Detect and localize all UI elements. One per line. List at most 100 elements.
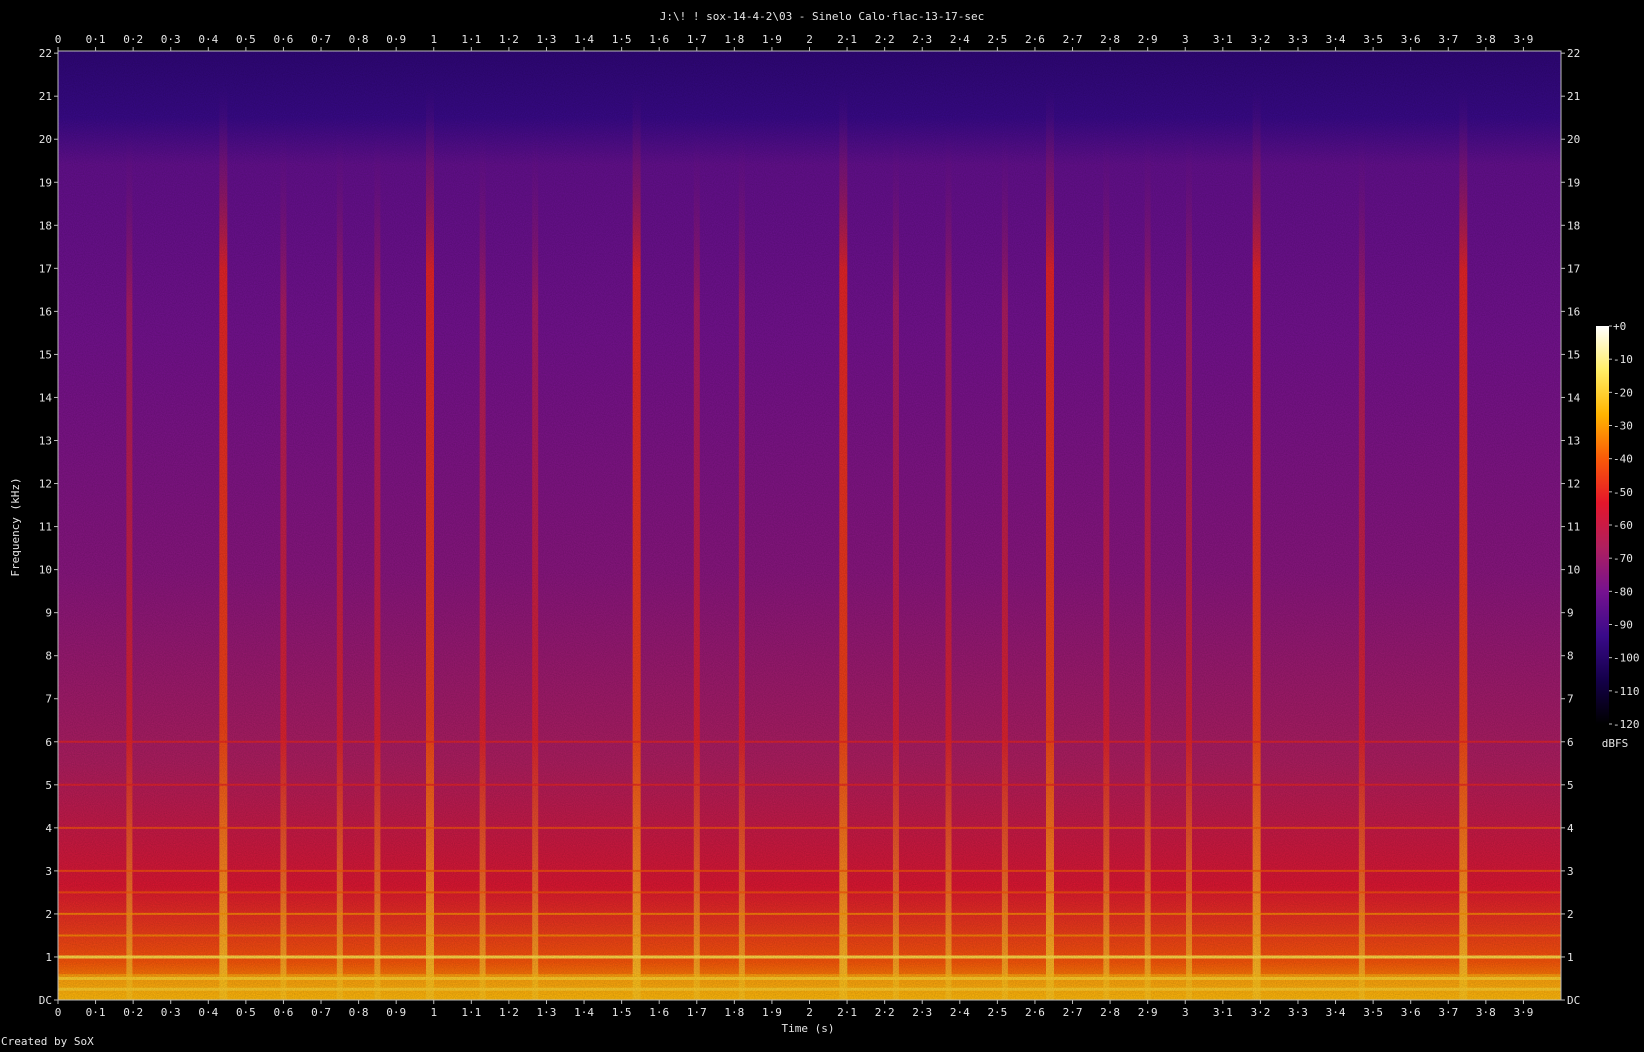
y-tick-label-right: 9 [1567,607,1574,620]
x-tick-label-top: 2·9 [1138,33,1158,46]
y-tick-label-right: 8 [1567,650,1574,663]
x-tick-label-bottom: 3·5 [1363,1006,1383,1019]
colorbar-tick-label: -60 [1613,519,1633,532]
x-axis-label: Time (s) [782,1022,835,1035]
y-tick-label-right: 12 [1567,478,1580,491]
x-tick-label-bottom: 2·2 [875,1006,895,1019]
x-tick-label-top: 3·9 [1513,33,1533,46]
x-tick-label-bottom: 0·4 [198,1006,218,1019]
y-tick-label-left: 7 [45,693,52,706]
x-tick-label-bottom: 3·8 [1476,1006,1496,1019]
x-tick-label-bottom: 0·1 [86,1006,106,1019]
y-tick-label-left: 10 [39,564,52,577]
x-tick-label-bottom: 2·5 [987,1006,1007,1019]
y-tick-label-left: 1 [45,951,52,964]
y-tick-label-right: 14 [1567,391,1581,404]
x-tick-label-top: 3·7 [1438,33,1458,46]
x-tick-label-top: 0·9 [386,33,406,46]
x-tick-label-top: 2·3 [912,33,932,46]
x-tick-label-top: 1·2 [499,33,519,46]
x-tick-label-top: 0·1 [86,33,106,46]
x-tick-label-bottom: 1·1 [461,1006,481,1019]
x-tick-label-top: 0·8 [349,33,369,46]
x-tick-label-bottom: 1·3 [537,1006,557,1019]
x-tick-label-top: 2·2 [875,33,895,46]
x-tick-label-top: 2 [806,33,813,46]
x-tick-label-top: 2·6 [1025,33,1045,46]
x-tick-label-top: 3 [1182,33,1189,46]
y-tick-label-left: 20 [39,133,52,146]
x-tick-label-bottom: 3 [1182,1006,1189,1019]
x-tick-label-bottom: 3·4 [1326,1006,1346,1019]
y-tick-label-left: DC [39,994,52,1007]
y-tick-label-right: 21 [1567,90,1580,103]
x-tick-label-top: 1·1 [461,33,481,46]
y-tick-label-left: 2 [45,908,52,921]
y-tick-label-right: 16 [1567,305,1580,318]
x-tick-label-bottom: 1·2 [499,1006,519,1019]
y-tick-label-right: 20 [1567,133,1580,146]
y-tick-label-left: 5 [45,779,52,792]
x-tick-label-top: 3·6 [1401,33,1421,46]
spectrogram-svg: J:\! ! sox-14-4-2\03 - Sinelo Calo·flac-… [1,10,1640,1048]
x-tick-label-top: 0·6 [274,33,294,46]
y-tick-label-left: 11 [39,521,52,534]
x-tick-label-top: 0·4 [198,33,218,46]
y-tick-label-right: 17 [1567,262,1580,275]
x-tick-label-top: 2·7 [1063,33,1083,46]
y-tick-label-right: 22 [1567,47,1580,60]
x-tick-label-bottom: 0·6 [274,1006,294,1019]
y-tick-label-right: 10 [1567,564,1580,577]
colorbar-gradient [1596,326,1609,724]
x-tick-label-bottom: 1·5 [612,1006,632,1019]
y-tick-label-right: 15 [1567,348,1580,361]
colorbar-tick-label: -100 [1613,652,1640,665]
x-tick-label-bottom: 3·6 [1401,1006,1421,1019]
y-tick-label-left: 13 [39,434,52,447]
x-tick-label-bottom: 3·9 [1513,1006,1533,1019]
colorbar-tick-label: -20 [1613,386,1633,399]
x-tick-label-bottom: 3·2 [1250,1006,1270,1019]
x-tick-label-bottom: 2·6 [1025,1006,1045,1019]
x-tick-label-bottom: 1·8 [724,1006,744,1019]
colorbar-tick-label: -80 [1613,585,1633,598]
x-tick-label-bottom: 1·9 [762,1006,782,1019]
y-tick-label-left: 17 [39,262,52,275]
y-tick-label-right: 18 [1567,219,1580,232]
y-tick-label-left: 16 [39,305,52,318]
x-tick-label-bottom: 2·3 [912,1006,932,1019]
colorbar-tick-label: -70 [1613,552,1633,565]
x-tick-label-top: 3·2 [1250,33,1270,46]
x-tick-label-top: 3·4 [1326,33,1346,46]
x-tick-label-top: 0 [55,33,62,46]
x-tick-label-bottom: 2·7 [1063,1006,1083,1019]
y-tick-label-left: 3 [45,865,52,878]
x-tick-label-top: 3·3 [1288,33,1308,46]
x-tick-label-top: 1 [430,33,437,46]
x-tick-label-top: 2·4 [950,33,970,46]
x-tick-label-top: 1·3 [537,33,557,46]
y-tick-label-left: 9 [45,607,52,620]
y-tick-label-right: DC [1567,994,1580,1007]
colorbar-tick-label: -30 [1613,420,1633,433]
y-tick-label-left: 4 [45,822,52,835]
x-tick-label-bottom: 3·3 [1288,1006,1308,1019]
x-tick-label-bottom: 0 [55,1006,62,1019]
x-tick-label-bottom: 3·7 [1438,1006,1458,1019]
y-tick-label-left: 15 [39,348,52,361]
x-tick-label-top: 2·8 [1100,33,1120,46]
colorbar-tick-label: -110 [1613,685,1640,698]
x-tick-label-top: 1·4 [574,33,594,46]
y-tick-label-left: 6 [45,736,52,749]
y-tick-label-left: 12 [39,478,52,491]
y-tick-label-right: 13 [1567,434,1580,447]
x-tick-label-top: 0·5 [236,33,256,46]
x-tick-label-bottom: 3·1 [1213,1006,1233,1019]
x-tick-label-top: 2·5 [987,33,1007,46]
colorbar-tick-label: -40 [1613,453,1633,466]
x-tick-label-bottom: 0·9 [386,1006,406,1019]
y-tick-label-right: 7 [1567,693,1574,706]
colorbar-tick-label: -10 [1613,353,1633,366]
x-tick-label-bottom: 1 [430,1006,437,1019]
x-tick-label-top: 1·5 [612,33,632,46]
